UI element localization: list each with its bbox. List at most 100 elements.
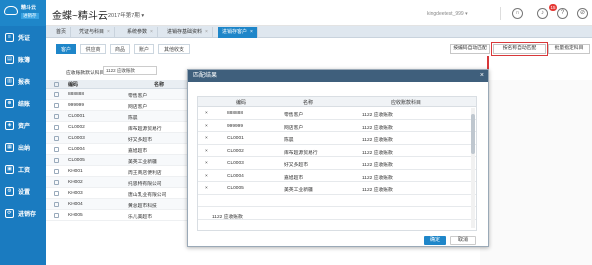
- sidebar-item-settings[interactable]: ⚙ 设置: [0, 180, 46, 202]
- table-row[interactable]: CL0003 好又多超市: [46, 133, 190, 144]
- sidebar-item-label: 出纳: [18, 145, 31, 152]
- default-account-input[interactable]: 1122 应收账款: [103, 66, 157, 75]
- dialog-header: 匹配结果 ×: [188, 70, 488, 82]
- row-checkbox[interactable]: [54, 114, 59, 119]
- table-row[interactable]: × 888888 零售客户 1122 应收账款: [198, 107, 476, 120]
- delete-icon[interactable]: ×: [205, 124, 208, 129]
- cell-name: 唐山乳业有限公司: [128, 193, 167, 198]
- row-checkbox[interactable]: [54, 147, 59, 152]
- sidebar-item-payroll[interactable]: ▣ 工资: [0, 158, 46, 180]
- row-checkbox[interactable]: [54, 158, 59, 163]
- match-by-code-button[interactable]: 按编码自动匹配: [450, 44, 490, 54]
- cell-code: CL0003: [68, 136, 85, 141]
- table-row[interactable]: KH004 黄总超市科技: [46, 199, 190, 210]
- highlight-box: [491, 42, 548, 56]
- bell-icon[interactable]: ♪: [537, 8, 548, 19]
- cell-name: 嘉旭超市: [284, 175, 304, 181]
- table-row[interactable]: × CL0003 好又多超市 1122 应收账款: [198, 157, 476, 170]
- subtab-customers[interactable]: 客户: [56, 44, 76, 54]
- sidebar-item-inventory[interactable]: ⟳ 进销存: [0, 202, 46, 224]
- cell-name: 网店客户: [284, 125, 304, 131]
- sidebar-item-assets[interactable]: ◈ 资产: [0, 114, 46, 136]
- table-row[interactable]: 888888 零售客户: [46, 89, 190, 100]
- table-row[interactable]: 999999 网店客户: [46, 100, 190, 111]
- table-row[interactable]: KH005 乐儿美超市: [46, 210, 190, 221]
- delete-icon[interactable]: ×: [205, 186, 208, 191]
- row-checkbox[interactable]: [54, 92, 59, 97]
- table-row[interactable]: KH003 唐山乳业有限公司: [46, 188, 190, 199]
- close-icon[interactable]: ×: [150, 29, 153, 35]
- cell-name: 好又多超市: [128, 138, 152, 143]
- subtab-suppliers[interactable]: 供应商: [80, 44, 106, 54]
- sidebar-item-cashier[interactable]: ▦ 出纳: [0, 136, 46, 158]
- table-row[interactable]: CL0001 陈晨: [46, 111, 190, 122]
- col-account: 应收账款科目: [391, 100, 422, 106]
- table-row[interactable]: CL0004 嘉旭超市: [46, 144, 190, 155]
- sidebar-item-reports[interactable]: ▥ 报表: [0, 70, 46, 92]
- tab-inventory-customers[interactable]: 进销存客户 ×: [218, 27, 258, 38]
- table-row[interactable]: × CL0001 陈晨 1122 应收账款: [198, 132, 476, 145]
- tab-bar: 首页 凭证与科目 × 系统参数 × 进销存基础资料 × 进销存客户 ×: [46, 26, 592, 38]
- logo[interactable]: 精斗云 进销存: [0, 0, 46, 26]
- table-row[interactable]: [198, 195, 476, 207]
- cell-account: 1122 应收账款: [362, 163, 393, 168]
- table-header: 编码 名称: [46, 80, 190, 89]
- table-row[interactable]: × 999999 网店客户 1122 应收账款: [198, 120, 476, 132]
- row-checkbox[interactable]: [54, 125, 59, 130]
- close-icon[interactable]: ×: [205, 29, 208, 35]
- cell-name: 零售客户: [284, 113, 304, 118]
- delete-icon[interactable]: ×: [205, 136, 208, 141]
- default-account-label: 应收账款默认科目: [66, 71, 105, 76]
- row-checkbox[interactable]: [54, 136, 59, 141]
- tab-system-params[interactable]: 系统参数 ×: [123, 27, 158, 38]
- period-selector[interactable]: 2017年第7期 ▾: [108, 11, 144, 19]
- user-icon[interactable]: ⊘: [577, 8, 588, 19]
- cell-account: 1122 应收账款: [362, 138, 393, 143]
- sidebar-item-voucher[interactable]: ≡ 凭证: [0, 26, 46, 48]
- cell-code: KH005: [68, 213, 83, 218]
- voucher-icon: ≡: [5, 32, 14, 42]
- table-row[interactable]: CL0005 美英工业新疆: [46, 155, 190, 166]
- delete-icon[interactable]: ×: [205, 174, 208, 179]
- delete-icon[interactable]: ×: [205, 161, 208, 166]
- tab-home[interactable]: 首页: [52, 27, 72, 38]
- help-icon[interactable]: ?: [557, 8, 568, 19]
- scrollbar-thumb[interactable]: [471, 114, 475, 154]
- table-row[interactable]: × CL0002 库布超源贸易行 1122 应收账款: [198, 145, 476, 157]
- cancel-button[interactable]: 取消: [450, 236, 476, 245]
- subtab-accounts[interactable]: 账户: [134, 44, 154, 54]
- row-checkbox[interactable]: [54, 191, 59, 196]
- select-all-checkbox[interactable]: [54, 82, 59, 87]
- table-row[interactable]: KH002 托思特有限公司: [46, 177, 190, 188]
- batch-assign-button[interactable]: 批量指定科目: [548, 44, 590, 54]
- table-row[interactable]: CL0002 库布超源贸易行: [46, 122, 190, 133]
- row-checkbox[interactable]: [54, 103, 59, 108]
- cell-code: 999999: [227, 123, 244, 129]
- row-checkbox[interactable]: [54, 169, 59, 174]
- table-row[interactable]: [198, 220, 476, 231]
- table-row[interactable]: × CL0004 嘉旭超市 1122 应收账款: [198, 170, 476, 182]
- close-icon[interactable]: ×: [250, 29, 253, 35]
- cell-account: 1122 应收账款: [362, 125, 393, 131]
- subtab-other[interactable]: 其他收支: [158, 44, 190, 54]
- user-menu[interactable]: kingdeetest_999 ▾: [427, 11, 468, 17]
- sidebar-item-ledger[interactable]: ▤ 账簿: [0, 48, 46, 70]
- headset-icon[interactable]: ∩: [512, 8, 523, 19]
- sidebar-item-closing[interactable]: ⊕ 结账: [0, 92, 46, 114]
- close-icon[interactable]: ×: [107, 29, 110, 35]
- row-checkbox[interactable]: [54, 180, 59, 185]
- row-checkbox[interactable]: [54, 213, 59, 218]
- subtab-goods[interactable]: 商品: [110, 44, 130, 54]
- delete-icon[interactable]: ×: [205, 111, 208, 116]
- table-body: 888888 零售客户 999999 网店客户 CL0001 陈晨 CL0002 库布超源贸易…: [46, 89, 190, 221]
- delete-icon[interactable]: ×: [205, 149, 208, 154]
- confirm-button[interactable]: 确定: [424, 236, 446, 245]
- tab-voucher-subject[interactable]: 凭证与科目 ×: [75, 27, 115, 38]
- table-row[interactable]: KH001 周王商店便利店: [46, 166, 190, 177]
- sidebar-item-label: 工资: [18, 167, 31, 174]
- tab-inventory-basics[interactable]: 进销存基础资料 ×: [163, 27, 213, 38]
- table-row[interactable]: × CL0005 美英工业新疆 1122 应收账款: [198, 182, 476, 195]
- close-icon[interactable]: ×: [480, 70, 484, 82]
- row-checkbox[interactable]: [54, 202, 59, 207]
- sidebar: ≡ 凭证 ▤ 账簿 ▥ 报表 ⊕ 结账 ◈ 资产 ▦ 出纳 ▣ 工资 ⚙ 设置 ⟳ 进销存: [0, 26, 46, 265]
